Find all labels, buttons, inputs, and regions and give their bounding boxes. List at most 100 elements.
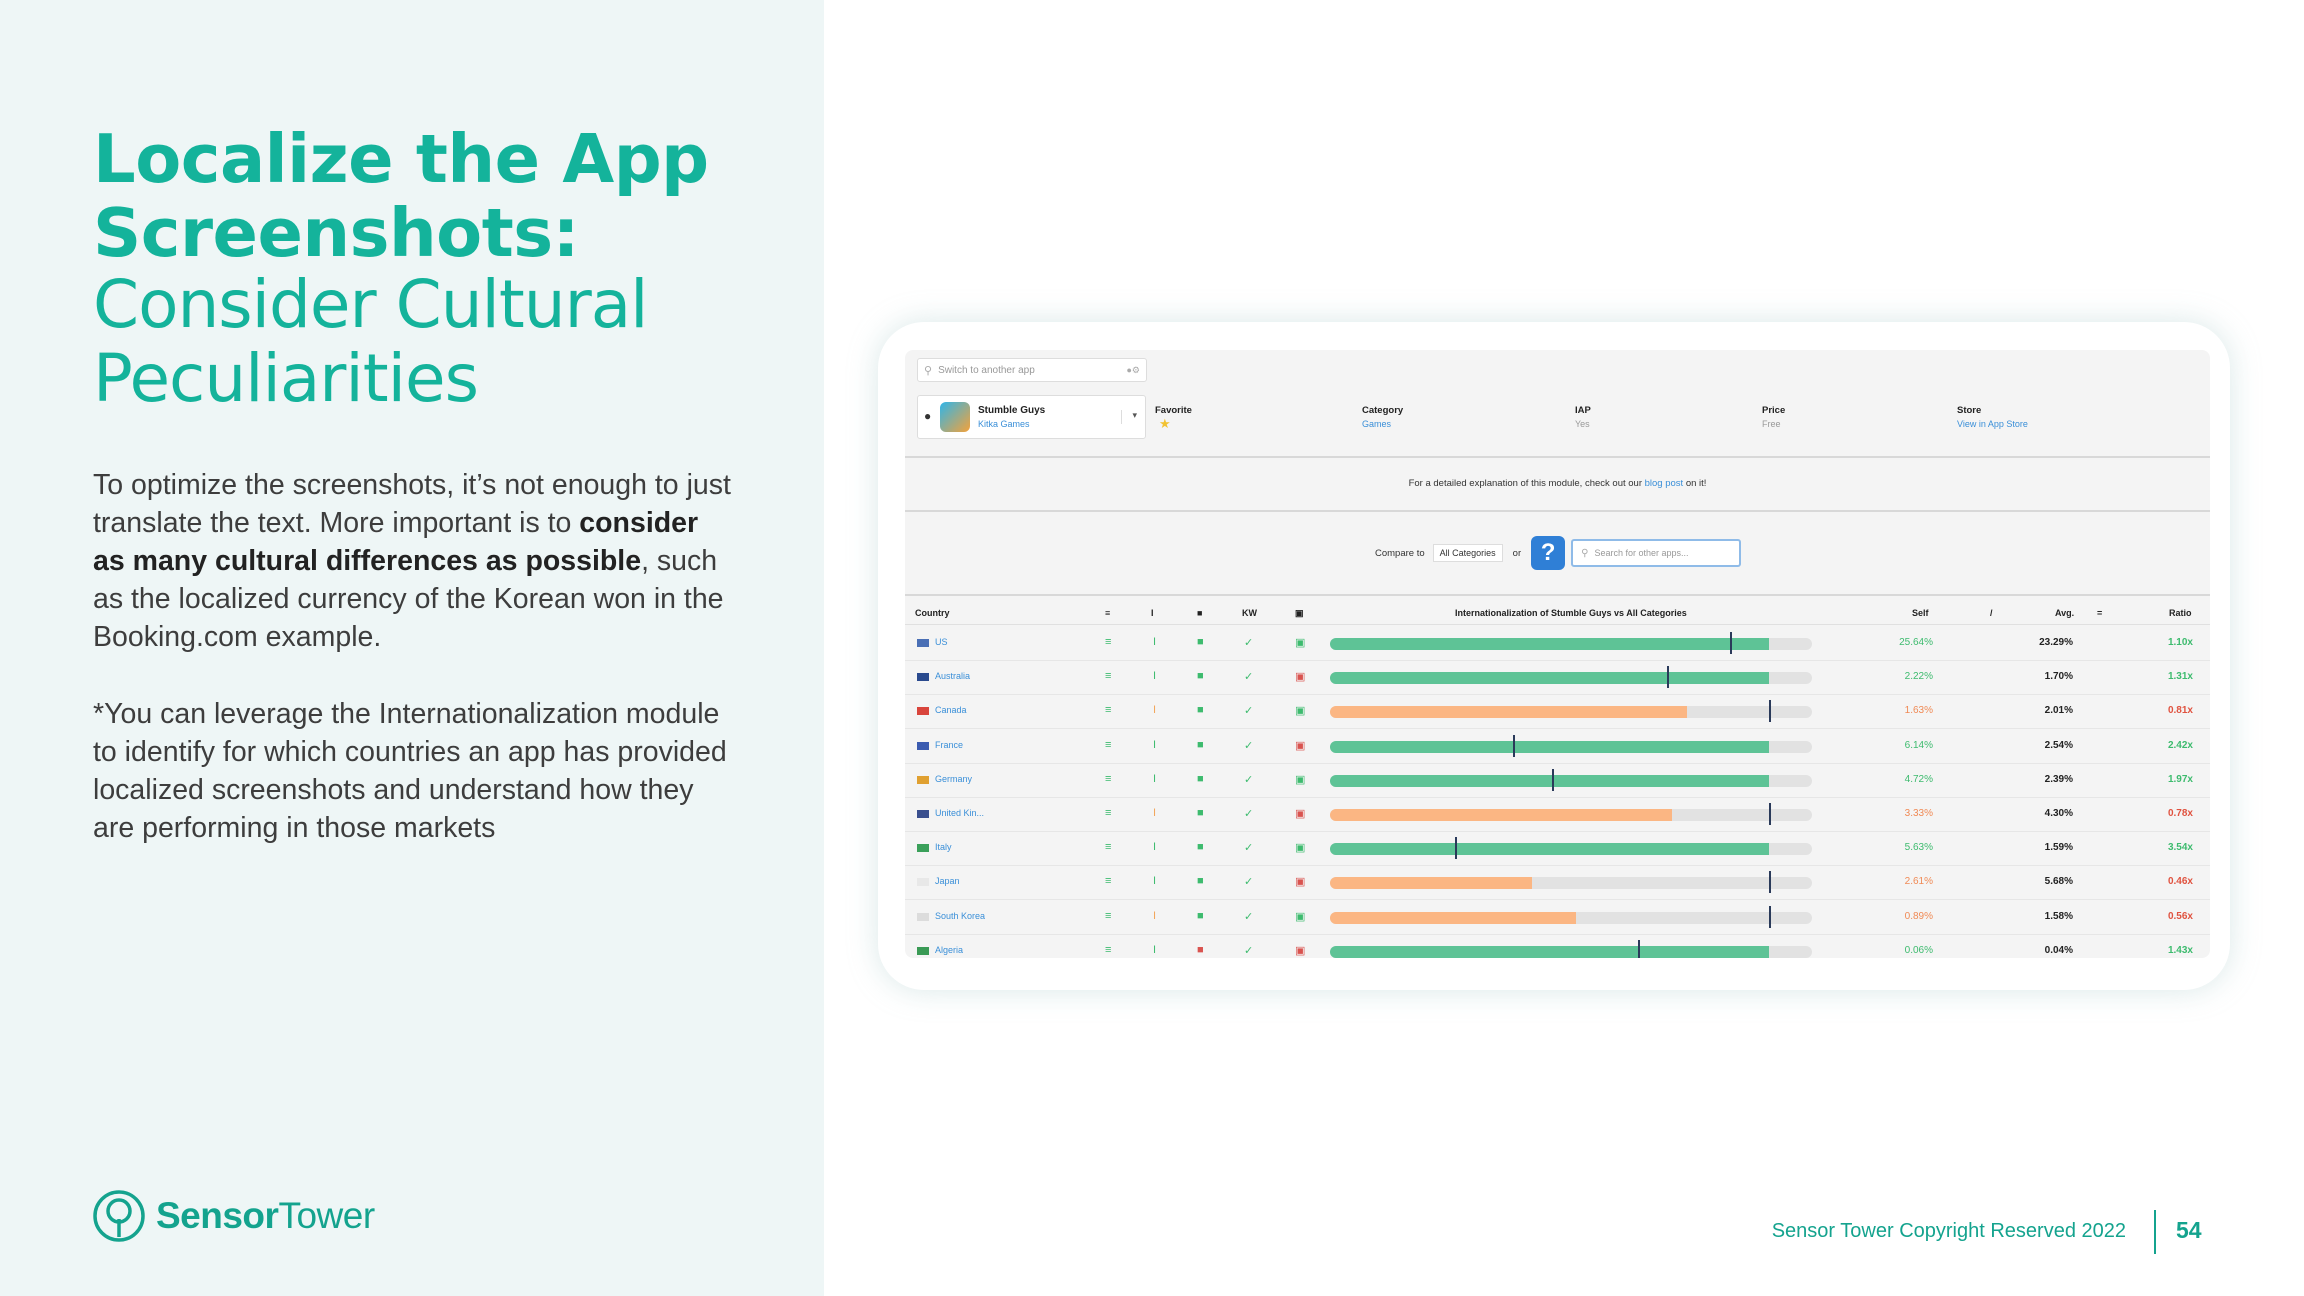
table-row[interactable]: Japan ≡ I ■ ✓ ▣ 2.61% 5.68% 0.46x: [905, 865, 2210, 901]
star-icon[interactable]: ★: [1159, 416, 1171, 432]
intl-bar-track: [1330, 809, 1812, 821]
description-check-icon: ≡: [1105, 670, 1112, 683]
check-icon: ✓: [1244, 637, 1254, 649]
country-name[interactable]: Germany: [935, 774, 972, 784]
country-flag-icon: [917, 946, 929, 955]
meta-category-value[interactable]: Games: [1362, 419, 1391, 429]
col-equals: =: [2097, 608, 2103, 618]
country-name[interactable]: Japan: [935, 876, 960, 886]
table-row[interactable]: South Korea ≡ I ■ ✓ ▣ 0.89% 1.58% 0.56x: [905, 900, 2210, 935]
meta-category-label: Category: [1362, 405, 1404, 416]
table-row[interactable]: Germany ≡ I ■ ✓ ▣ 4.72% 2.39% 1.97x: [905, 763, 2210, 798]
promo-text-icon: ■: [1197, 772, 1204, 785]
country-name[interactable]: Algeria: [935, 945, 963, 955]
table-row[interactable]: Australia ≡ I ■ ✓ ▣ 2.22% 1.70% 1.31x: [905, 660, 2210, 696]
table-row[interactable]: France ≡ I ■ ✓ ▣ 6.14% 2.54% 2.42x: [905, 729, 2210, 764]
col-self[interactable]: Self: [1912, 608, 1929, 618]
chevron-down-icon[interactable]: ▾: [1121, 410, 1137, 424]
screenshot-icon: ▣: [1295, 705, 1306, 718]
footer-copyright: Sensor Tower Copyright Reserved 2022: [1771, 1220, 2126, 1242]
avg-value: 1.58%: [2044, 910, 2073, 922]
col-title-icon[interactable]: I: [1151, 608, 1154, 618]
avg-value: 2.39%: [2044, 773, 2073, 785]
avg-value: 2.01%: [2044, 705, 2073, 717]
country-name[interactable]: United Kin...: [935, 808, 984, 818]
promo-text-icon: ■: [1197, 738, 1204, 751]
promo-text-icon: ■: [1197, 670, 1204, 683]
table-header: Country ≡ I ■ KW ▣ Internationalization …: [905, 602, 2210, 625]
search-other-apps-input[interactable]: ⚲ Search for other apps...: [1571, 539, 1742, 567]
divider: [905, 456, 2210, 458]
country-name[interactable]: Australia: [935, 671, 970, 681]
embedded-screenshot: ⚲ Switch to another app ●⚙ ● Stumble Guy…: [905, 350, 2210, 958]
title-icon: I: [1153, 943, 1157, 956]
app-selector[interactable]: ● Stumble Guys Kitka Games ▾: [917, 395, 1146, 439]
country-name[interactable]: France: [935, 740, 963, 750]
body-paragraph-2: *You can leverage the Internationalizati…: [93, 698, 727, 844]
search-icon: ⚲: [1581, 547, 1589, 559]
intl-bar-marker: [1455, 837, 1458, 860]
col-avg[interactable]: Avg.: [2055, 608, 2074, 618]
check-icon: ✓: [1244, 876, 1254, 889]
description-check-icon: ≡: [1105, 875, 1112, 888]
intl-bar-track: [1330, 706, 1812, 719]
intl-bar-fill: [1330, 877, 1533, 890]
app-developer-link[interactable]: Kitka Games: [978, 419, 1030, 429]
logo-wordmark: SensorTower: [156, 1195, 375, 1237]
screenshot-icon: ▣: [1295, 637, 1306, 649]
footer-divider: [2154, 1210, 2156, 1254]
ratio-value: 1.43x: [2167, 944, 2193, 956]
ratio-value: 3.54x: [2167, 842, 2193, 854]
ratio-value: 1.31x: [2167, 671, 2193, 683]
body-paragraph-1: To optimize the screenshots, it’s not en…: [93, 466, 733, 656]
col-promo-icon[interactable]: ■: [1197, 608, 1202, 618]
intl-bar-marker: [1730, 632, 1733, 654]
country-name[interactable]: Canada: [935, 705, 967, 715]
table-row[interactable]: Italy ≡ I ■ ✓ ▣ 5.63% 1.59% 3.54x: [905, 831, 2210, 867]
avg-value: 1.59%: [2044, 842, 2073, 854]
country-flag-icon: [917, 810, 929, 818]
meta-store-label: Store: [1957, 405, 1982, 416]
description-check-icon: ≡: [1105, 841, 1112, 854]
self-value: 0.06%: [1904, 944, 1933, 956]
col-screenshots-icon[interactable]: ▣: [1295, 608, 1304, 619]
check-icon: ✓: [1244, 944, 1254, 957]
country-flag-icon: [917, 912, 929, 921]
app-name: Stumble Guys: [978, 405, 1046, 416]
table-row[interactable]: United Kin... ≡ I ■ ✓ ▣ 3.33% 4.30% 0.78x: [905, 797, 2210, 832]
promo-text-icon: ■: [1197, 909, 1204, 922]
slide-title-light: Consider Cultural Peculiarities: [93, 266, 649, 417]
country-name[interactable]: Italy: [935, 842, 952, 852]
compare-select[interactable]: All Categories: [1432, 544, 1503, 562]
meta-store-link[interactable]: View in App Store: [1957, 419, 2028, 429]
col-kw[interactable]: KW: [1242, 608, 1257, 618]
country-name[interactable]: South Korea: [935, 911, 985, 921]
logo-word-sensor: Sensor: [156, 1195, 279, 1236]
table-row[interactable]: US ≡ I ■ ✓ ▣ 25.64% 23.29% 1.10x: [905, 626, 2210, 661]
col-ratio[interactable]: Ratio: [2169, 608, 2192, 618]
table-row[interactable]: Algeria ≡ I ■ ✓ ▣ 0.06% 0.04% 1.43x: [905, 934, 2210, 958]
avg-value: 4.30%: [2044, 808, 2073, 819]
switch-app-input[interactable]: ⚲ Switch to another app ●⚙: [917, 358, 1147, 382]
help-button[interactable]: ?: [1531, 536, 1566, 570]
promo-text-icon: ■: [1197, 807, 1204, 819]
sensor-tower-icon: [93, 1190, 145, 1242]
col-description-icon[interactable]: ≡: [1105, 608, 1110, 618]
intl-bar-fill: [1330, 843, 1769, 856]
table-row[interactable]: Canada ≡ I ■ ✓ ▣ 1.63% 2.01% 0.81x: [905, 694, 2210, 730]
avg-value: 5.68%: [2044, 876, 2073, 888]
blog-note: For a detailed explanation of this modul…: [905, 478, 2210, 489]
check-icon: ✓: [1244, 842, 1254, 855]
ratio-value: 0.56x: [2167, 910, 2193, 922]
meta-favorite-label: Favorite: [1155, 405, 1192, 416]
logo-word-tower: Tower: [278, 1195, 375, 1236]
divider: [905, 510, 2210, 512]
country-name[interactable]: US: [935, 637, 948, 647]
intl-bar-marker: [1667, 666, 1670, 689]
or-label: or: [1512, 547, 1522, 559]
col-country[interactable]: Country: [915, 608, 950, 618]
self-value: 25.64%: [1899, 637, 1933, 648]
blog-post-link[interactable]: blog post: [1645, 478, 1684, 489]
ratio-value: 0.78x: [2167, 808, 2193, 819]
promo-text-icon: ■: [1197, 875, 1204, 888]
